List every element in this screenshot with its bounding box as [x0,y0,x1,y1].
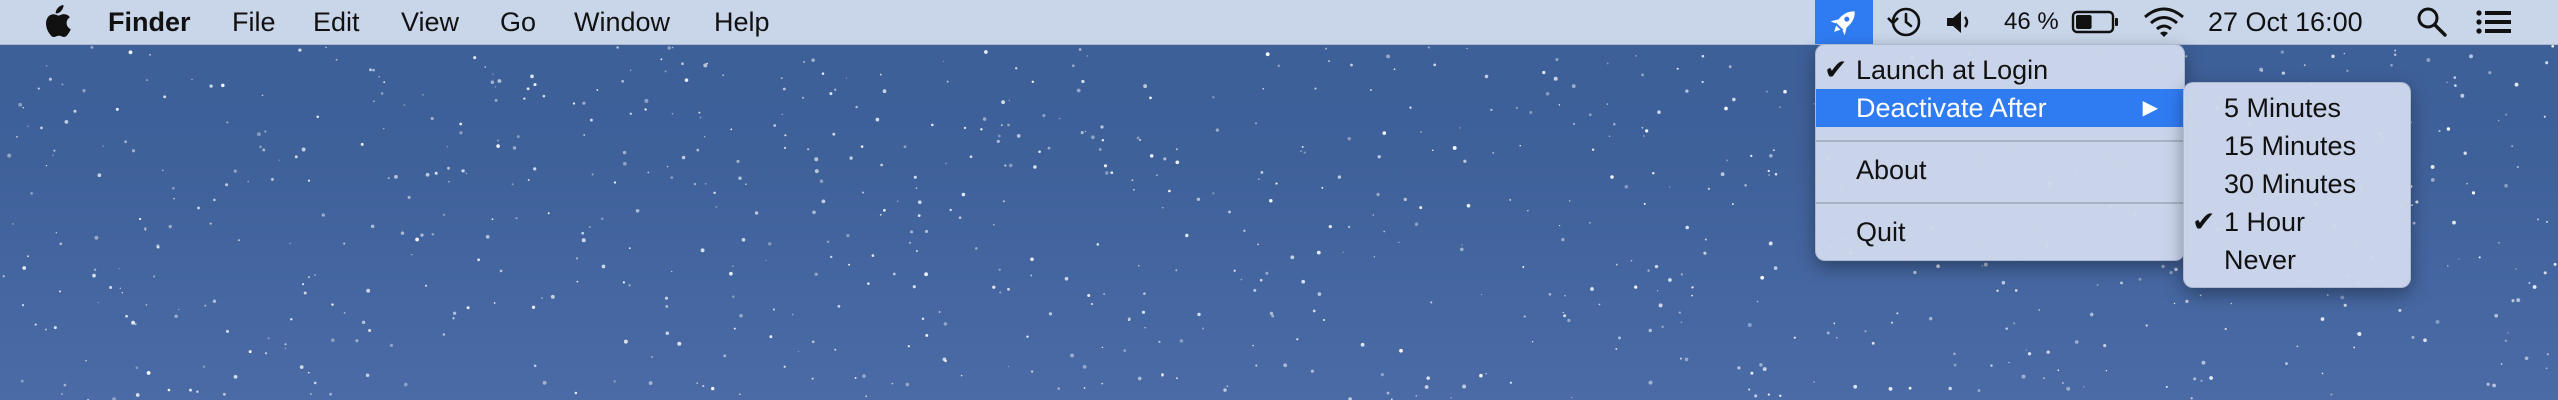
menu-file[interactable]: File [232,0,276,44]
spotlight-search-icon[interactable] [2412,0,2452,44]
submenu-item-30-minutes[interactable]: 30 Minutes [2184,165,2410,203]
menu-bar: Finder File Edit View Go Window Help 46 … [0,0,2558,45]
menu-item-label: 30 Minutes [2224,169,2357,199]
menu-item-deactivate-after[interactable]: Deactivate After ▶ [1816,89,2184,127]
menu-separator [1816,140,2184,142]
menu-item-label: Deactivate After [1856,93,2047,123]
menu-item-label: Launch at Login [1856,55,2049,85]
rocket-status-item[interactable] [1815,0,1873,44]
submenu-item-5-minutes[interactable]: 5 Minutes [2184,89,2410,127]
menu-item-about[interactable]: About [1816,151,2184,189]
deactivate-after-submenu: 5 Minutes 15 Minutes 30 Minutes ✔ 1 Hour… [2183,82,2411,288]
menu-separator [1816,202,2184,204]
menu-edit[interactable]: Edit [313,0,360,44]
submenu-item-never[interactable]: Never [2184,241,2410,279]
time-machine-icon[interactable] [1885,0,1925,44]
wifi-icon[interactable] [2142,0,2186,44]
checkmark-icon: ✔ [2192,206,2216,237]
menu-item-label: Quit [1856,217,1906,247]
menu-view[interactable]: View [401,0,459,44]
battery-percentage: 46 % [2004,8,2059,35]
menu-item-quit[interactable]: Quit [1816,213,2184,251]
rocket-dropdown-menu: ✔ Launch at Login Deactivate After ▶ Abo… [1815,44,2185,261]
clock[interactable]: 27 Oct 16:00 [2208,0,2363,44]
notification-center-icon[interactable] [2472,0,2516,44]
submenu-item-1-hour[interactable]: ✔ 1 Hour [2184,203,2410,241]
submenu-arrow-icon: ▶ [2142,97,2158,119]
volume-icon[interactable] [1942,0,1978,44]
checkmark-icon: ✔ [1824,54,1848,85]
menu-item-label: Never [2224,245,2297,275]
menu-item-label: About [1856,155,1927,185]
menu-item-launch-at-login[interactable]: ✔ Launch at Login [1816,51,2184,89]
app-menu-finder[interactable]: Finder [108,0,191,44]
menu-item-label: 5 Minutes [2224,93,2342,123]
rocket-icon [1830,11,1855,36]
submenu-item-15-minutes[interactable]: 15 Minutes [2184,127,2410,165]
menu-item-label: 1 Hour [2224,207,2306,237]
menu-go[interactable]: Go [500,0,536,44]
battery-icon[interactable] [2070,0,2120,44]
menu-help[interactable]: Help [714,0,770,44]
menu-item-label: 15 Minutes [2224,131,2357,161]
menu-window[interactable]: Window [574,0,670,44]
apple-icon[interactable] [40,5,72,39]
